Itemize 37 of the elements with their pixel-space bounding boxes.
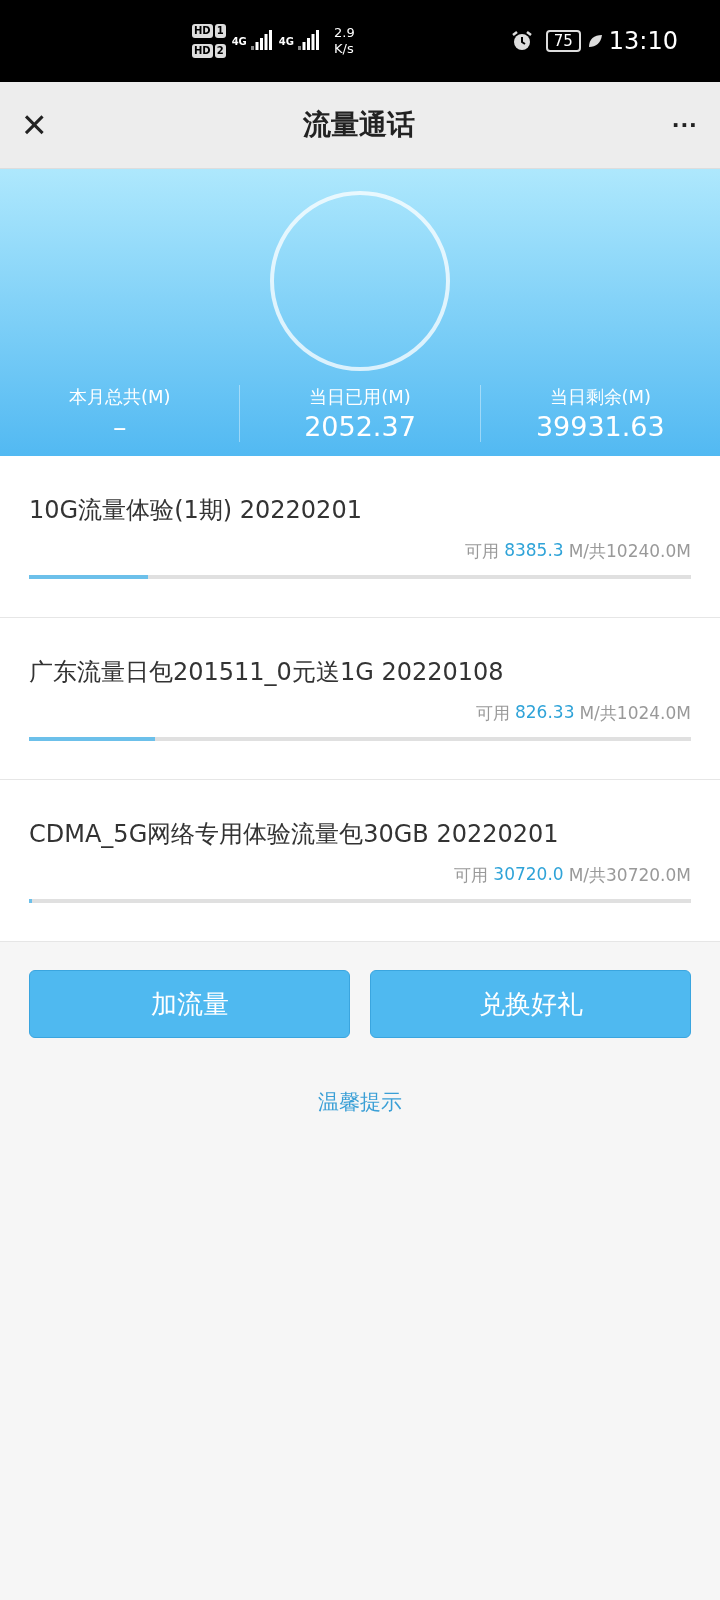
- stat-label: 当日剩余(M): [549, 385, 652, 409]
- package-name: CDMA_5G网络专用体验流量包30GB 20220201: [29, 819, 560, 850]
- leaf-icon: [586, 33, 603, 49]
- network-type: 4G: [278, 35, 294, 47]
- signal-icon: [298, 30, 320, 52]
- battery-level: 75: [545, 30, 581, 52]
- speed-value: 2.9: [334, 25, 355, 41]
- available-amount: 8385.3: [504, 540, 564, 562]
- network-type: 4G: [231, 35, 247, 47]
- speed-unit: K/s: [334, 41, 355, 57]
- sim-slot: 2: [214, 44, 226, 58]
- package-name: 10G流量体验(1期) 20220201: [29, 495, 363, 526]
- more-button[interactable]: ···: [668, 109, 702, 141]
- total-amount: M/共10240.0M: [568, 540, 691, 563]
- sim-slot: 1: [214, 24, 226, 38]
- close-button[interactable]: ×: [18, 104, 51, 146]
- stat-label: 当日已用(M): [309, 385, 411, 409]
- available-label: 可用: [475, 702, 510, 725]
- hd-badge: HD: [192, 24, 213, 38]
- available-label: 可用: [454, 864, 489, 887]
- package-name: 广东流量日包201511_0元送1G 20220108: [29, 657, 505, 688]
- stat-label: 本月总共(M): [68, 385, 171, 409]
- signal-icon: [250, 30, 273, 52]
- stat-value: 2052.37: [304, 411, 416, 442]
- hd-badge: HD: [192, 44, 213, 58]
- available-amount: 826.33: [514, 702, 575, 724]
- action-button[interactable]: 加流量: [29, 970, 350, 1038]
- stat-value: –: [112, 411, 127, 442]
- total-amount: M/共1024.0M: [579, 702, 691, 725]
- clock: 13:10: [608, 27, 678, 55]
- total-amount: M/共30720.0M: [568, 864, 691, 887]
- available-amount: 30720.0: [493, 864, 564, 886]
- available-label: 可用: [465, 540, 500, 563]
- action-button[interactable]: 兑换好礼: [370, 970, 691, 1038]
- stat-value: 39931.63: [535, 411, 665, 442]
- tips-link[interactable]: 温馨提示: [318, 1090, 402, 1114]
- page-title: 流量通话: [303, 107, 416, 143]
